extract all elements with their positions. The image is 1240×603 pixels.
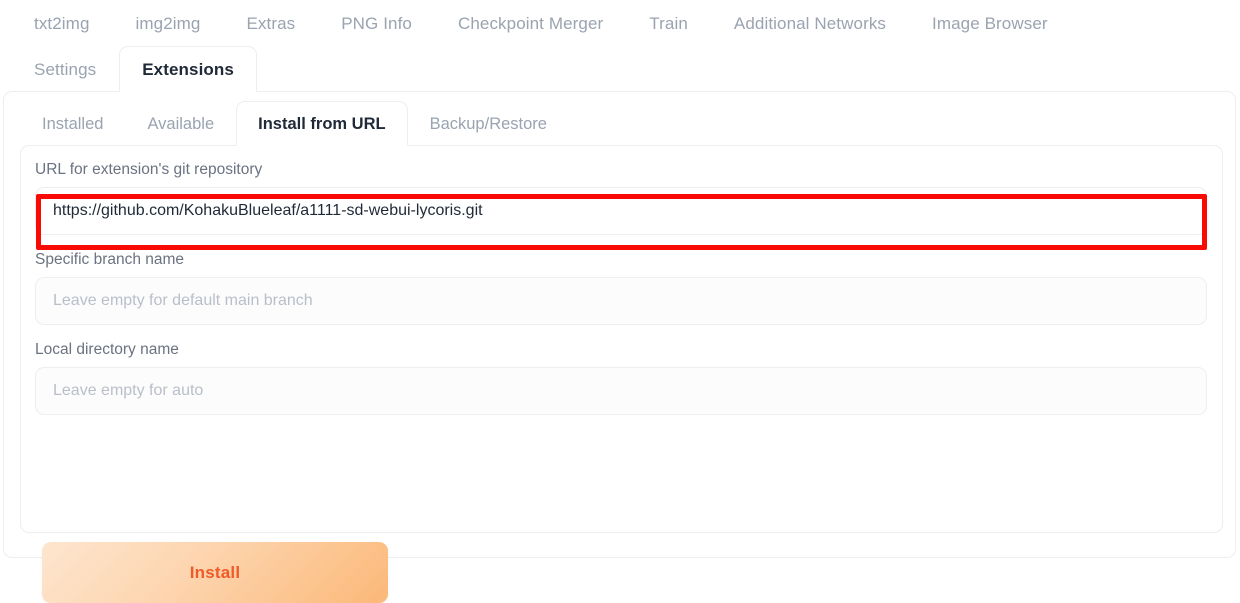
extensions-sub-tab-bar: Installed Available Install from URL Bac… [20,101,569,146]
subtab-installed[interactable]: Installed [20,101,125,146]
url-input[interactable] [35,187,1207,235]
tab-additional-networks[interactable]: Additional Networks [711,0,909,46]
tab-extras[interactable]: Extras [223,0,318,46]
subtab-available[interactable]: Available [125,101,236,146]
url-field-label: URL for extension's git repository [35,161,263,178]
tab-img2img[interactable]: img2img [113,0,224,46]
tab-train[interactable]: Train [626,0,711,46]
extensions-panel: Installed Available Install from URL Bac… [3,91,1236,603]
tab-settings[interactable]: Settings [11,46,119,92]
subtab-backup-restore[interactable]: Backup/Restore [408,101,569,146]
top-tab-row-secondary: Settings Extensions [11,46,257,92]
install-from-url-form: URL for extension's git repository Speci… [20,145,1223,603]
directory-field-label: Local directory name [35,341,179,358]
webui-root: txt2img img2img Extras PNG Info Checkpoi… [0,0,1240,603]
install-button[interactable]: Install [42,542,388,603]
branch-input[interactable] [35,277,1207,325]
tab-extensions[interactable]: Extensions [119,46,257,92]
top-tab-bar: txt2img img2img Extras PNG Info Checkpoi… [0,0,1240,92]
tab-png-info[interactable]: PNG Info [318,0,435,46]
tab-image-browser[interactable]: Image Browser [909,0,1071,46]
subtab-install-from-url[interactable]: Install from URL [236,101,408,146]
branch-field-block: Specific branch name [35,250,1207,325]
directory-input[interactable] [35,367,1207,415]
url-field-block: URL for extension's git repository [35,160,1207,235]
top-tab-row-primary: txt2img img2img Extras PNG Info Checkpoi… [11,0,1071,46]
branch-field-label: Specific branch name [35,251,185,268]
tab-txt2img[interactable]: txt2img [11,0,113,46]
tab-checkpoint-merger[interactable]: Checkpoint Merger [435,0,626,46]
directory-field-block: Local directory name [35,340,1207,415]
